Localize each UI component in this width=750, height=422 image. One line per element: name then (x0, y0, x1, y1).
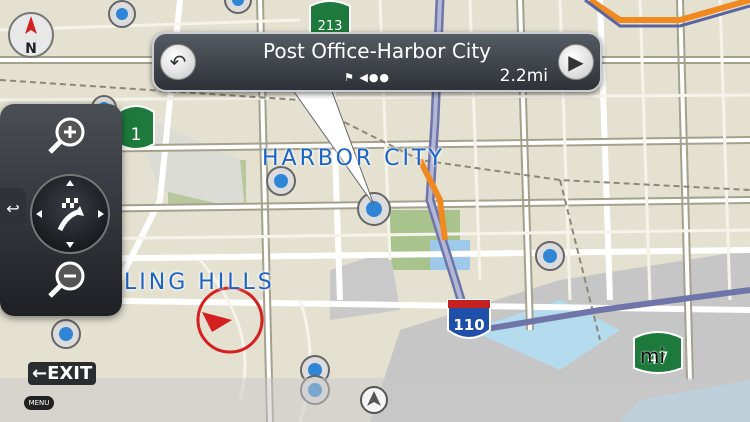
poi-marker-icon[interactable] (266, 166, 296, 196)
route-summary-icons: ⚑ ◀●● (344, 71, 391, 84)
svg-text:1: 1 (131, 125, 142, 145)
recenter-icon[interactable] (358, 384, 390, 416)
compass-icon[interactable]: N (6, 10, 56, 60)
play-arrow-icon[interactable]: ▶ (558, 44, 594, 80)
interstate-110-shield: 110 (447, 299, 491, 339)
place-label-harbor-city: HARBOR CITY (262, 146, 445, 171)
scroll-dial[interactable] (30, 174, 110, 254)
poi-marker-icon[interactable] (357, 192, 391, 226)
side-return-icon[interactable]: ↩ (0, 188, 26, 228)
poi-marker-icon[interactable] (108, 0, 136, 28)
zoom-out-icon[interactable] (44, 258, 88, 302)
scale-unit: mi (640, 344, 666, 368)
zoom-in-icon[interactable] (44, 114, 88, 158)
poi-marker-icon[interactable] (535, 241, 565, 271)
svg-text:N: N (25, 41, 37, 57)
back-arrow-icon[interactable]: ↶ (160, 44, 196, 80)
destination-callout[interactable]: ↶ Post Office-Harbor City ⚑ ◀●● 2.2mi ▶ (152, 32, 602, 92)
destination-title: Post Office-Harbor City (262, 39, 492, 63)
exit-button[interactable]: ←EXIT (28, 362, 97, 385)
place-label-rolling-hills: LING HILLS (124, 270, 275, 295)
svg-text:110: 110 (453, 316, 484, 334)
traffic-orange (588, 0, 750, 23)
poi-marker-icon[interactable] (51, 319, 81, 349)
menu-button[interactable]: MENU (24, 396, 54, 410)
vehicle-position (196, 286, 264, 354)
ca-1-shield: 1 (117, 105, 155, 150)
flag-icon (62, 198, 78, 208)
poi-marker-icon[interactable] (224, 0, 252, 14)
destination-distance: 2.2mi (499, 66, 548, 86)
vehicle-arrow-icon (202, 312, 232, 332)
